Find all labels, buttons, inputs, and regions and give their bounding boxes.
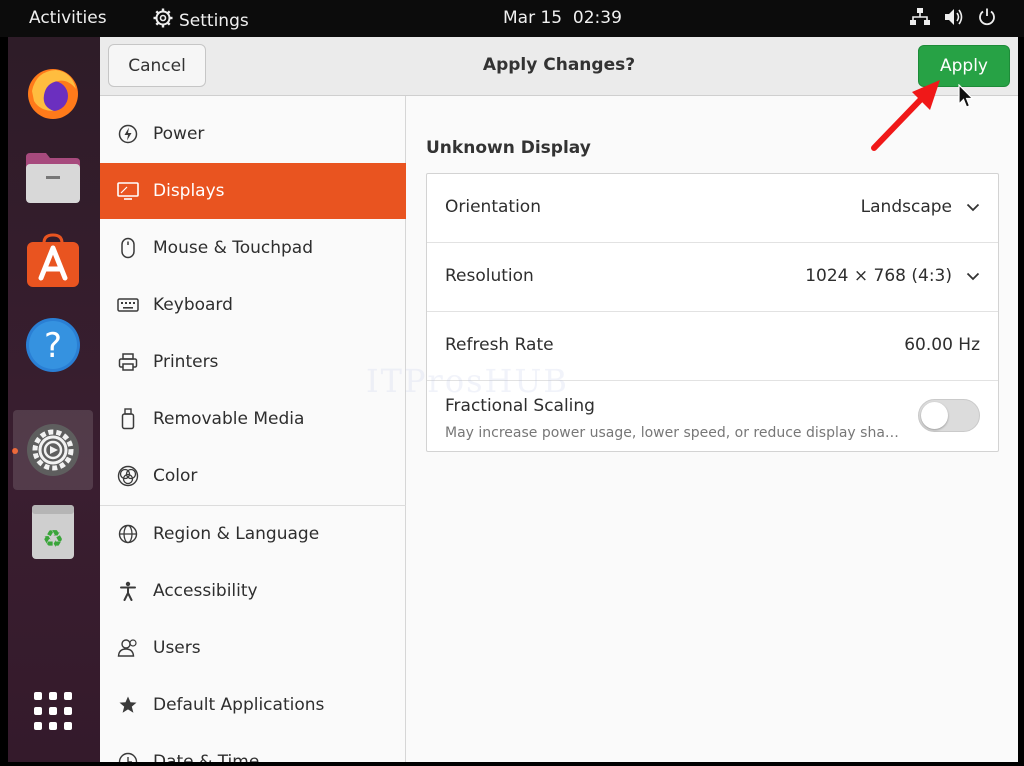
- dialog-title: Apply Changes?: [482, 55, 636, 75]
- refresh-rate-label: Refresh Rate: [445, 335, 554, 355]
- clock-icon: [117, 751, 139, 762]
- sidebar-item-label: Users: [153, 638, 201, 658]
- sidebar-item-users[interactable]: Users: [100, 620, 406, 676]
- dock: ? ♻: [8, 37, 100, 762]
- orientation-value: Landscape: [860, 197, 952, 217]
- svg-text:♻: ♻: [42, 525, 64, 553]
- fractional-scaling-switch[interactable]: [918, 399, 980, 432]
- orientation-dropdown[interactable]: Landscape: [861, 197, 980, 217]
- orientation-row[interactable]: Orientation Landscape: [427, 174, 998, 243]
- annotation-arrow-icon: [871, 80, 940, 151]
- power-icon[interactable]: [978, 8, 996, 31]
- trash-icon[interactable]: ♻: [13, 492, 93, 572]
- sidebar-item-label: Removable Media: [153, 409, 305, 429]
- display-settings-list: Orientation Landscape Resolution 1024 × …: [426, 173, 999, 452]
- app-menu[interactable]: Settings: [153, 8, 249, 33]
- refresh-rate-value: 60.00 Hz: [904, 335, 980, 355]
- sidebar-item-label: Region & Language: [153, 524, 320, 544]
- display-icon: [117, 180, 139, 202]
- removable-media-icon: [117, 408, 139, 430]
- sidebar-item-accessibility[interactable]: Accessibility: [100, 563, 406, 619]
- software-center-icon[interactable]: [13, 222, 93, 302]
- sidebar-item-label: Keyboard: [153, 295, 233, 315]
- activities-button[interactable]: Activities: [29, 8, 107, 28]
- help-icon[interactable]: ?: [13, 305, 93, 385]
- app-name: Settings: [179, 10, 249, 31]
- gear-icon: [153, 8, 173, 33]
- sidebar-item-default-applications[interactable]: Default Applications: [100, 677, 406, 733]
- sidebar-item-label: Mouse & Touchpad: [153, 238, 314, 258]
- power-bolt-icon: [117, 123, 139, 145]
- users-icon: [117, 637, 139, 659]
- mouse-pointer-icon: [958, 84, 974, 108]
- top-bar: Activities Settings Mar 15 02:39: [0, 0, 1024, 37]
- color-icon: [117, 465, 139, 487]
- star-icon: [117, 694, 139, 716]
- sidebar-item-region-language[interactable]: Region & Language: [100, 506, 406, 562]
- sidebar-item-label: Default Applications: [153, 695, 325, 715]
- svg-text:?: ?: [44, 326, 62, 366]
- sidebar-item-label: Power: [153, 124, 205, 144]
- files-icon[interactable]: [13, 138, 93, 218]
- network-icon[interactable]: [910, 8, 930, 31]
- sidebar-item-label: Accessibility: [153, 581, 258, 601]
- sidebar-item-mouse-touchpad[interactable]: Mouse & Touchpad: [100, 220, 406, 276]
- sidebar-item-label: Displays: [153, 181, 225, 201]
- clock[interactable]: Mar 15 02:39: [503, 8, 622, 28]
- resolution-dropdown[interactable]: 1024 × 768 (4:3): [805, 266, 980, 286]
- sidebar-item-color[interactable]: Color: [100, 448, 406, 504]
- fractional-scaling-description: May increase power usage, lower speed, o…: [445, 425, 900, 441]
- resolution-label: Resolution: [445, 266, 534, 286]
- switch-knob: [921, 402, 948, 429]
- sidebar-item-keyboard[interactable]: Keyboard: [100, 277, 406, 333]
- sidebar: Power Displays Mouse & Touchpad Keyboard…: [100, 96, 406, 762]
- sidebar-item-power[interactable]: Power: [100, 106, 406, 162]
- keyboard-icon: [117, 294, 139, 316]
- accessibility-icon: [117, 580, 139, 602]
- volume-icon[interactable]: [944, 8, 964, 31]
- sidebar-item-label: Printers: [153, 352, 219, 372]
- watermark: ITProsHUB: [366, 362, 569, 400]
- system-tray[interactable]: [910, 8, 996, 31]
- sidebar-item-removable-media[interactable]: Removable Media: [100, 391, 406, 447]
- orientation-label: Orientation: [445, 197, 541, 217]
- globe-icon: [117, 523, 139, 545]
- mouse-icon: [117, 237, 139, 259]
- resolution-value: 1024 × 768 (4:3): [805, 266, 952, 286]
- display-name: Unknown Display: [426, 138, 591, 158]
- sidebar-item-displays[interactable]: Displays: [100, 163, 406, 219]
- chevron-down-icon: [966, 197, 980, 217]
- sidebar-item-printers[interactable]: Printers: [100, 334, 406, 390]
- printer-icon: [117, 351, 139, 373]
- sidebar-item-label: Date & Time: [153, 752, 260, 762]
- firefox-icon[interactable]: [13, 54, 93, 134]
- sidebar-item-label: Color: [153, 466, 198, 486]
- show-apps-icon[interactable]: [13, 671, 93, 751]
- chevron-down-icon: [966, 266, 980, 286]
- sidebar-item-date-time[interactable]: Date & Time: [100, 734, 406, 762]
- settings-icon[interactable]: [13, 410, 93, 490]
- resolution-row[interactable]: Resolution 1024 × 768 (4:3): [427, 243, 998, 312]
- displays-panel: Unknown Display Orientation Landscape Re…: [406, 96, 1018, 762]
